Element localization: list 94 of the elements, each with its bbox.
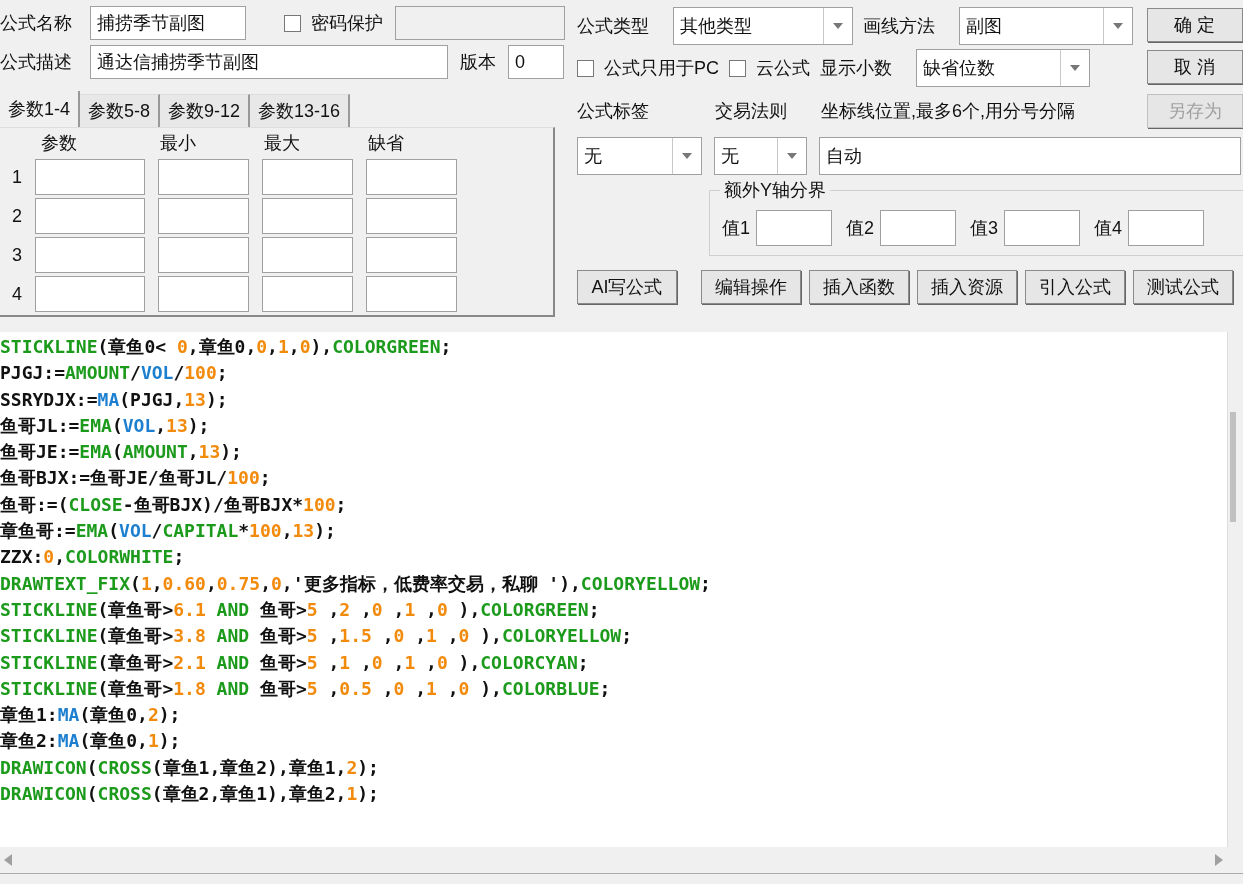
input-field[interactable] — [35, 198, 145, 234]
input-field[interactable] — [158, 237, 249, 273]
code-line: STICKLINE(章鱼哥>1.8 AND 鱼哥>5 ,0.5 ,0 ,1 ,0 ),COLORBLUE; — [0, 676, 612, 701]
input-field[interactable] — [1128, 210, 1205, 246]
code-line: DRAWICON(CROSS(章鱼1,章鱼2),章鱼1,2); — [0, 755, 380, 780]
code-line: 鱼哥JE:=EMA(AMOUNT,13); — [0, 440, 243, 465]
code-line: STICKLINE(章鱼哥>2.1 AND 鱼哥>5 ,1 ,0 ,1 ,0 ),COLORCYAN; — [0, 650, 590, 675]
dropdown[interactable]: 副图 — [959, 7, 1133, 45]
input-field[interactable] — [262, 276, 353, 312]
field-label: 公式类型 — [577, 15, 650, 38]
dropdown[interactable]: 其他类型 — [673, 7, 853, 45]
code-line: PJGJ:=AMOUNT/VOL/100; — [0, 361, 229, 386]
code-line: STICKLINE(章鱼0< 0,章鱼0,0,1,0),COLORGREEN; — [0, 335, 453, 359]
input-field[interactable] — [262, 198, 353, 234]
field-label: 交易法则 — [715, 100, 788, 123]
code-line: 章鱼1:MA(章鱼0,2); — [0, 703, 182, 728]
tab[interactable]: 参数5-8 — [80, 94, 161, 127]
input-field[interactable] — [158, 198, 249, 234]
input-field[interactable] — [366, 276, 457, 312]
checkbox[interactable] — [577, 59, 594, 77]
action-button[interactable]: 测试公式 — [1133, 270, 1233, 304]
dropdown[interactable]: 无 — [577, 137, 702, 175]
tab[interactable]: 参数13-16 — [250, 94, 351, 127]
code-line: 章鱼哥:=EMA(VOL/CAPITAL*100,13); — [0, 519, 337, 544]
code-line: 鱼哥BJX:=鱼哥JE/鱼哥JL/100; — [0, 466, 272, 491]
column-header: 缺省 — [367, 132, 405, 155]
column-header: 参数 — [40, 132, 78, 155]
dropdown[interactable]: 无 — [714, 137, 807, 175]
field-label: 版本 — [460, 51, 496, 74]
caret-icon — [833, 23, 843, 29]
dialog-button[interactable]: 确 定 — [1147, 8, 1243, 42]
caret-icon — [1113, 23, 1123, 29]
group-title: 额外Y轴分界 — [720, 178, 830, 202]
input-field[interactable] — [35, 276, 145, 312]
code-line: STICKLINE(章鱼哥>3.8 AND 鱼哥>5 ,1.5 ,0 ,1 ,0 ),COLORYELLOW; — [0, 624, 633, 649]
action-button[interactable]: 编辑操作 — [701, 270, 801, 304]
action-button[interactable]: 插入资源 — [917, 270, 1017, 304]
column-header: 最小 — [159, 132, 197, 155]
input-field[interactable] — [1004, 210, 1081, 246]
checkbox[interactable] — [729, 59, 746, 77]
version-field[interactable]: 0 — [508, 45, 564, 79]
field-label: 公式描述 — [0, 51, 73, 74]
field-label: 坐标线位置,最多6个,用分号分隔 — [821, 100, 1076, 123]
column-header: 最大 — [263, 132, 301, 155]
input-field[interactable] — [366, 237, 457, 273]
code-line: SSRYDJX:=MA(PJGJ,13); — [0, 387, 229, 412]
caret-icon — [1070, 65, 1080, 71]
field-label: 值3 — [970, 217, 999, 240]
action-button[interactable]: 插入函数 — [809, 270, 909, 304]
code-line: 章鱼2:MA(章鱼0,1); — [0, 729, 182, 754]
tab[interactable]: 参数9-12 — [160, 94, 251, 127]
checkbox-label: 密码保护 — [311, 12, 383, 35]
field-label: 公式标签 — [577, 100, 650, 123]
axis-lines-field[interactable]: 自动 — [819, 137, 1241, 175]
code-line: ZZX:0,COLORWHITE; — [0, 545, 186, 570]
input-field[interactable] — [262, 237, 353, 273]
input-field[interactable] — [158, 276, 249, 312]
row-number: 3 — [11, 243, 22, 267]
dialog-button[interactable]: 取 消 — [1147, 50, 1243, 84]
input-field[interactable] — [880, 210, 957, 246]
field-label: 画线方法 — [863, 15, 936, 38]
input-field[interactable] — [366, 198, 457, 234]
description-field[interactable]: 通达信捕捞季节副图 — [90, 45, 448, 79]
field-label: 显示小数 — [820, 57, 893, 80]
field-label: 值1 — [722, 217, 750, 240]
name-field[interactable]: 捕捞季节副图 — [90, 6, 246, 40]
action-button[interactable]: AI写公式 — [577, 270, 677, 304]
checkbox-label: 公式只用于PC — [604, 57, 719, 80]
field-label: 公式名称 — [0, 12, 73, 35]
action-button[interactable]: 引入公式 — [1025, 270, 1125, 304]
code-line: 鱼哥:=(CLOSE-鱼哥BJX)/鱼哥BJX*100; — [0, 492, 348, 517]
input-field[interactable] — [35, 237, 145, 273]
field-label: 值4 — [1094, 217, 1123, 240]
input-field[interactable] — [35, 159, 145, 195]
code-line: 鱼哥JL:=EMA(VOL,13); — [0, 413, 211, 438]
input-field[interactable] — [262, 159, 353, 195]
input-field[interactable] — [756, 210, 832, 246]
field-label: 值2 — [846, 217, 875, 240]
row-number: 1 — [11, 165, 22, 189]
input-field[interactable] — [366, 159, 457, 195]
code-line: STICKLINE(章鱼哥>6.1 AND 鱼哥>5 ,2 ,0 ,1 ,0 ),COLORGREEN; — [0, 597, 601, 622]
row-number: 4 — [11, 282, 22, 306]
dropdown[interactable]: 缺省位数 — [916, 49, 1090, 87]
right-arrow-icon[interactable] — [1215, 854, 1223, 866]
caret-icon — [682, 153, 692, 159]
checkbox[interactable] — [284, 14, 301, 32]
code-editor[interactable] — [0, 332, 1227, 847]
row-number: 2 — [11, 204, 22, 228]
code-line: DRAWTEXT_FIX(1,0.60,0.75,0,'更多指标，低费率交易，私聊 '),COLORYELLOW; — [0, 571, 712, 596]
code-line: DRAWICON(CROSS(章鱼2,章鱼1),章鱼2,1); — [0, 782, 380, 807]
left-arrow-icon[interactable] — [4, 854, 12, 866]
input-field[interactable] — [158, 159, 249, 195]
checkbox-label: 云公式 — [756, 57, 810, 80]
caret-icon — [787, 153, 797, 159]
